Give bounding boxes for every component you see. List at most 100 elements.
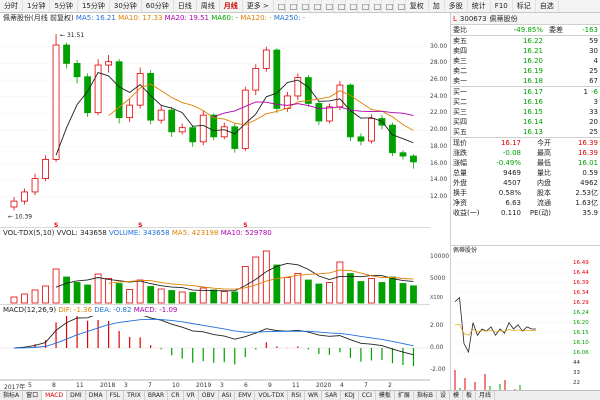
indicator-tab-1[interactable]: 窗口: [23, 391, 43, 400]
candlestick-chart[interactable]: ← 31.51← 10.39S S S: [0, 24, 430, 229]
indicator-tab-25[interactable]: 月线: [476, 391, 496, 400]
dea-line: [13, 318, 414, 349]
toolbar-item-22[interactable]: 加: [429, 0, 445, 12]
macd-tick-0: 0.00: [430, 344, 444, 351]
candle-body: [136, 73, 144, 106]
bid-row-1-volume: 3: [593, 98, 598, 106]
indicator-tab-12[interactable]: EMV: [235, 391, 256, 400]
stat-label: 换手: [453, 189, 467, 197]
indicator-tab-22[interactable]: 设: [437, 391, 451, 400]
low-price-label: ← 10.39: [8, 213, 32, 220]
candle-body: [368, 118, 375, 142]
indicator-tab-15[interactable]: WR: [305, 391, 323, 400]
toolbar-item-18[interactable]: □: [370, 0, 382, 12]
indicator-tab-5[interactable]: FSL: [107, 391, 125, 400]
bid-row-3: 买四 16.14 20: [451, 117, 600, 127]
quote-header: L 300673 佩蒂股份: [451, 13, 600, 25]
volume-bar: [31, 289, 39, 304]
volume-panel[interactable]: [0, 239, 430, 305]
toolbar-item-21[interactable]: 复权: [406, 0, 429, 12]
ask-row-0-label: 卖五: [453, 37, 467, 45]
volume-bar: [42, 285, 49, 304]
toolbar-item-27[interactable]: 自选: [536, 0, 559, 12]
indicator-tab-11[interactable]: ASI: [219, 391, 236, 400]
toolbar-item-8[interactable]: 月线: [220, 0, 243, 12]
volume-bar: [73, 282, 81, 304]
toolbar-item-11[interactable]: □: [286, 0, 298, 12]
date-label-5: 3: [124, 382, 128, 389]
indicator-tab-18[interactable]: CCI: [359, 391, 376, 400]
stat-label: 收益(一): [453, 209, 480, 217]
stock-name: 佩蒂股份: [489, 14, 518, 23]
volume-bar: [273, 264, 281, 304]
intraday-mini-chart[interactable]: 佩蒂股份 16.49 16.44 16.39 16.34 16.29 16.24 16.20…: [451, 245, 600, 400]
price-axis: 30.00 28.00 26.00 24.00 22.00 20.00 18.00 16.00…: [430, 24, 450, 228]
alert-icon: L: [453, 14, 457, 23]
toolbar-item-3[interactable]: 15分钟: [78, 0, 110, 12]
toolbar-item-0[interactable]: 分时: [0, 0, 23, 12]
toolbar-item-10[interactable]: □: [274, 0, 286, 12]
macd-value-label: MACD: -1.09: [133, 306, 178, 314]
stat-value: 0.58%: [498, 189, 521, 197]
indicator-tab-9[interactable]: VR: [184, 391, 199, 400]
indicator-tab-23[interactable]: 模: [450, 391, 464, 400]
ask-row-3-volume: 25: [589, 67, 598, 75]
indicator-tab-16[interactable]: SAR: [322, 391, 342, 400]
toolbar-item-1[interactable]: 1分钟: [23, 0, 51, 12]
indicator-tab-19[interactable]: 模板: [376, 391, 395, 400]
price-tick: 12.00: [430, 192, 448, 200]
indicator-tab-14[interactable]: RSI: [288, 391, 306, 400]
toolbar-item-14[interactable]: □: [322, 0, 334, 12]
toolbar-item-12[interactable]: □: [298, 0, 310, 12]
indicator-tab-24[interactable]: 板: [463, 391, 477, 400]
indicator-tab-0[interactable]: 指标A: [0, 391, 24, 400]
indicator-tab-17[interactable]: KDJ: [341, 391, 359, 400]
indicator-tab-10[interactable]: OBV: [199, 391, 219, 400]
ask-row-0-volume: 59: [589, 37, 598, 45]
stat-label: 今开: [537, 139, 551, 147]
indicator-tab-21[interactable]: 指标B: [414, 391, 437, 400]
bid-row-3-price: 16.14: [522, 118, 543, 126]
toolbar-item-23[interactable]: 多股: [445, 0, 468, 12]
toolbar-item-15[interactable]: □: [334, 0, 346, 12]
indicator-tab-8[interactable]: CR: [168, 391, 184, 400]
macd-chart[interactable]: [0, 310, 430, 380]
toolbar-item-25[interactable]: F10: [491, 0, 513, 12]
indicator-tab-4[interactable]: DMA: [86, 391, 107, 400]
indicator-tab-2[interactable]: MACD: [42, 391, 68, 400]
toolbar-item-2[interactable]: 5分钟: [50, 0, 78, 12]
stat-value: 0.59: [582, 169, 598, 177]
volume-bar: [220, 291, 228, 304]
price-tick: 18.00: [430, 142, 448, 150]
indicator-tab-7[interactable]: BRAR: [145, 391, 169, 400]
volume-chart[interactable]: [0, 239, 430, 305]
mini-price-tick: 16.49: [573, 260, 589, 266]
ask-list: 卖五 16.22 59 卖四 16.21 30 卖三 16.20 4 卖二 16.19 25 卖一 16.…: [451, 35, 600, 86]
toolbar-item-4[interactable]: 30分钟: [110, 0, 142, 12]
toolbar-item-19[interactable]: □: [382, 0, 394, 12]
toolbar-item-17[interactable]: □: [358, 0, 370, 12]
toolbar-item-24[interactable]: 统计: [468, 0, 491, 12]
candle-body: [168, 109, 176, 133]
indicator-tab-6[interactable]: TRIX: [124, 391, 145, 400]
macd-panel[interactable]: [0, 310, 430, 380]
candlestick-panel[interactable]: ← 31.51 ← 10.39 S S S: [0, 24, 430, 229]
bid-row-0-volume: 1: [583, 88, 589, 96]
volume-bar: [105, 278, 113, 304]
toolbar-item-5[interactable]: 60分钟: [142, 0, 174, 12]
toolbar-item-7[interactable]: 周线: [197, 0, 220, 12]
indicator-tab-13[interactable]: VOL-TDX: [255, 391, 289, 400]
toolbar-item-20[interactable]: □: [394, 0, 406, 12]
toolbar-item-9[interactable]: 更多 >: [243, 0, 274, 12]
ask-row-2-price: 16.20: [522, 57, 543, 65]
mini-chart-svg[interactable]: 16.49 16.44 16.39 16.34 16.29 16.24 16.20 16.15…: [451, 256, 600, 400]
indicator-tab-20[interactable]: 扩展: [395, 391, 414, 400]
toolbar-item-6[interactable]: 日线: [174, 0, 197, 12]
high-price-label: ← 31.51: [60, 32, 84, 39]
toolbar-item-16[interactable]: □: [346, 0, 358, 12]
toolbar-item-26[interactable]: 标记: [513, 0, 536, 12]
toolbar-item-13[interactable]: □: [310, 0, 322, 12]
bid-row-2-label: 买三: [453, 108, 467, 116]
bid-row-0-price: 16.17: [522, 88, 543, 96]
indicator-tab-3[interactable]: DMI: [67, 391, 86, 400]
